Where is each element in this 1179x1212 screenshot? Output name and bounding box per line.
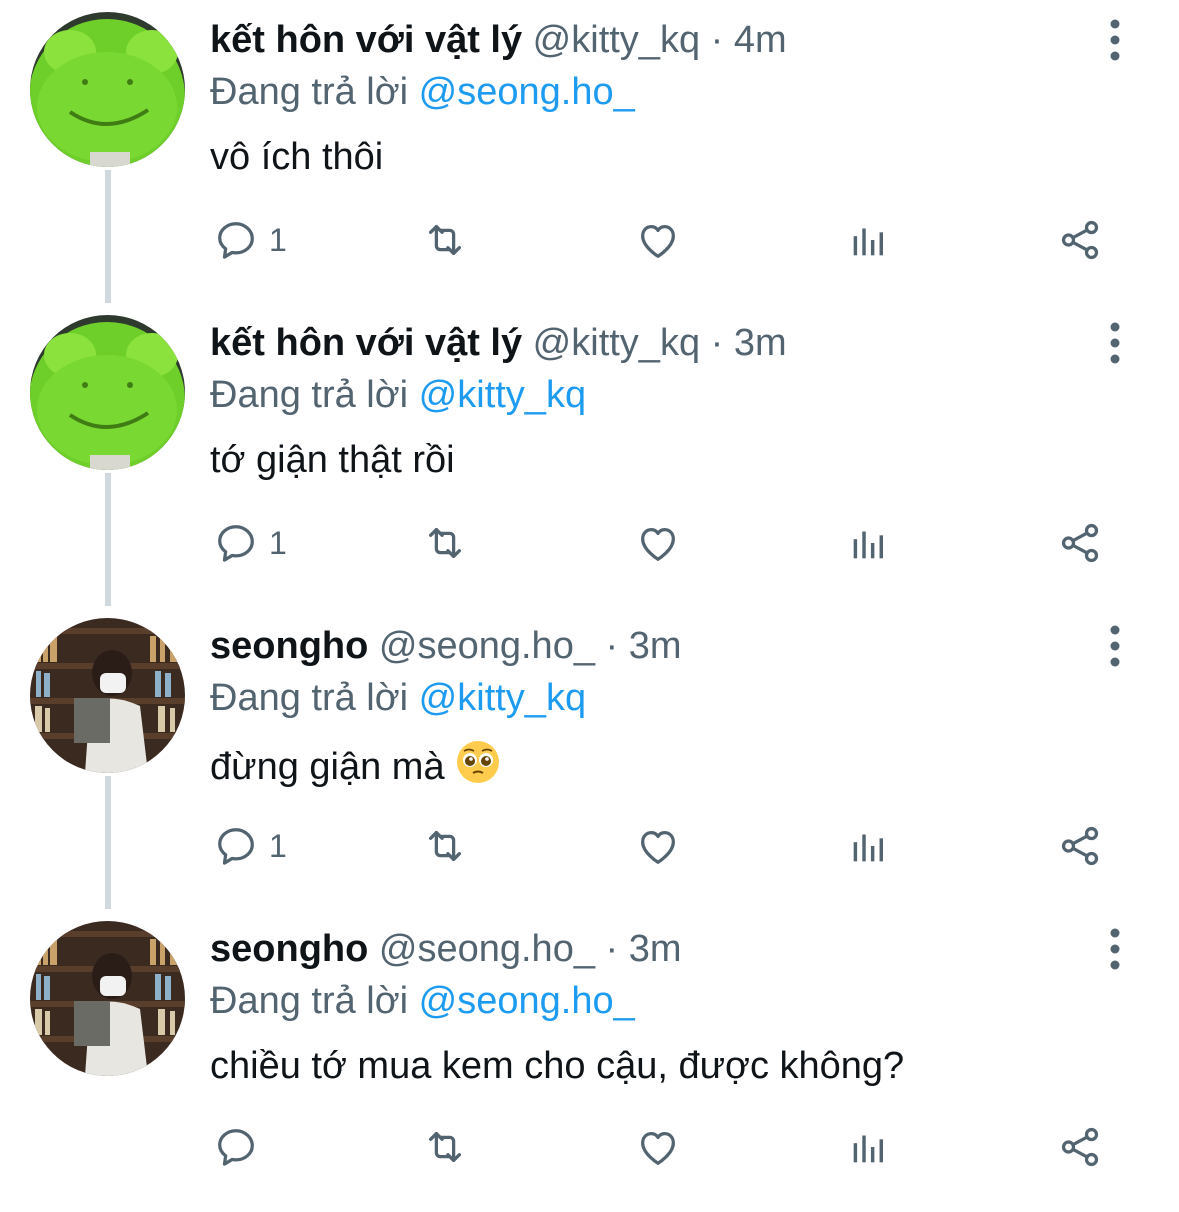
reply-context: Đang trả lời @kitty_kq [210, 674, 586, 722]
reply-context: Đang trả lời @seong.ho_ [210, 68, 635, 116]
handle-time: @seong.ho_ · 3m [378, 928, 682, 970]
action-bar: 1 [0, 821, 1179, 871]
handle-time: @kitty_kq · 3m [532, 322, 787, 364]
views-button[interactable] [846, 518, 892, 568]
reply-mention-link[interactable]: @seong.ho_ [419, 980, 635, 1022]
retweet-icon [422, 823, 468, 869]
tweet[interactable]: seongho @seong.ho_ · 3m Đang trả lời @ki… [0, 606, 1179, 909]
action-bar [0, 1122, 1179, 1172]
views-button[interactable] [846, 821, 892, 871]
tweet-text: chiều tớ mua kem cho cậu, được không? [210, 1045, 905, 1087]
reply-icon [213, 823, 259, 869]
like-button[interactable] [635, 518, 681, 568]
tweet-header: kết hôn với vật lý @kitty_kq · 3m [210, 319, 787, 367]
views-button[interactable] [846, 1122, 892, 1172]
share-button[interactable] [1057, 518, 1103, 568]
action-bar: 1 [0, 518, 1179, 568]
tweet[interactable]: kết hôn với vật lý @kitty_kq · 4m Đang t… [0, 0, 1179, 303]
share-icon [1057, 520, 1103, 566]
share-button[interactable] [1057, 1122, 1103, 1172]
views-icon [846, 1124, 892, 1170]
author-name[interactable]: kết hôn với vật lý [210, 19, 522, 61]
views-icon [846, 520, 892, 566]
like-icon [635, 520, 681, 566]
handle-time: @kitty_kq · 4m [532, 19, 787, 61]
tweet-header: kết hôn với vật lý @kitty_kq · 4m [210, 16, 787, 64]
author-name[interactable]: seongho [210, 928, 368, 970]
handle-time: @seong.ho_ · 3m [378, 625, 682, 667]
tweet-header: seongho @seong.ho_ · 3m [210, 622, 682, 670]
pleading-face-emoji [457, 741, 500, 783]
tweet[interactable]: seongho @seong.ho_ · 3m Đang trả lời @se… [0, 909, 1179, 1212]
reply-mention-link[interactable]: @kitty_kq [419, 374, 586, 416]
retweet-icon [422, 1124, 468, 1170]
frog-avatar[interactable] [30, 315, 185, 470]
library-avatar[interactable] [30, 921, 185, 1076]
reply-mention-link[interactable]: @seong.ho_ [419, 71, 635, 113]
like-icon [635, 823, 681, 869]
reply-icon [213, 520, 259, 566]
share-icon [1057, 1124, 1103, 1170]
frog-avatar[interactable] [30, 12, 185, 167]
views-icon [846, 217, 892, 263]
reply-icon [213, 217, 259, 263]
reply-button[interactable]: 1 [213, 821, 287, 871]
share-button[interactable] [1057, 215, 1103, 265]
tweet-text: tớ giận thật rồi [210, 439, 455, 481]
library-avatar[interactable] [30, 618, 185, 773]
more-icon[interactable] [1097, 18, 1133, 62]
tweet-text: vô ích thôi [210, 136, 384, 178]
reply-button[interactable]: 1 [213, 215, 287, 265]
views-icon [846, 823, 892, 869]
reply-count: 1 [269, 524, 287, 561]
retweet-icon [422, 217, 468, 263]
more-icon[interactable] [1097, 927, 1133, 971]
retweet-button[interactable] [422, 1122, 468, 1172]
reply-count: 1 [269, 221, 287, 258]
tweet[interactable]: kết hôn với vật lý @kitty_kq · 3m Đang t… [0, 303, 1179, 606]
retweet-button[interactable] [422, 518, 468, 568]
reply-button[interactable] [213, 1122, 269, 1172]
reply-icon [213, 1124, 259, 1170]
like-button[interactable] [635, 821, 681, 871]
action-bar: 1 [0, 215, 1179, 265]
reply-prefix: Đang trả lời [210, 71, 409, 113]
reply-prefix: Đang trả lời [210, 980, 409, 1022]
retweet-button[interactable] [422, 215, 468, 265]
retweet-button[interactable] [422, 821, 468, 871]
reply-mention-link[interactable]: @kitty_kq [419, 677, 586, 719]
views-button[interactable] [846, 215, 892, 265]
reply-context: Đang trả lời @seong.ho_ [210, 977, 635, 1025]
like-button[interactable] [635, 1122, 681, 1172]
tweet-header: seongho @seong.ho_ · 3m [210, 925, 682, 973]
tweet-text-container: đừng giận mà [210, 739, 501, 791]
share-icon [1057, 823, 1103, 869]
retweet-icon [422, 520, 468, 566]
like-button[interactable] [635, 215, 681, 265]
reply-context: Đang trả lời @kitty_kq [210, 371, 586, 419]
author-name[interactable]: kết hôn với vật lý [210, 322, 522, 364]
author-name[interactable]: seongho [210, 625, 368, 667]
reply-count: 1 [269, 827, 287, 864]
like-icon [635, 217, 681, 263]
reply-prefix: Đang trả lời [210, 677, 409, 719]
like-icon [635, 1124, 681, 1170]
tweet-text: đừng giận mà [210, 746, 445, 788]
share-button[interactable] [1057, 821, 1103, 871]
share-icon [1057, 217, 1103, 263]
more-icon[interactable] [1097, 321, 1133, 365]
reply-prefix: Đang trả lời [210, 374, 409, 416]
more-icon[interactable] [1097, 624, 1133, 668]
reply-button[interactable]: 1 [213, 518, 287, 568]
